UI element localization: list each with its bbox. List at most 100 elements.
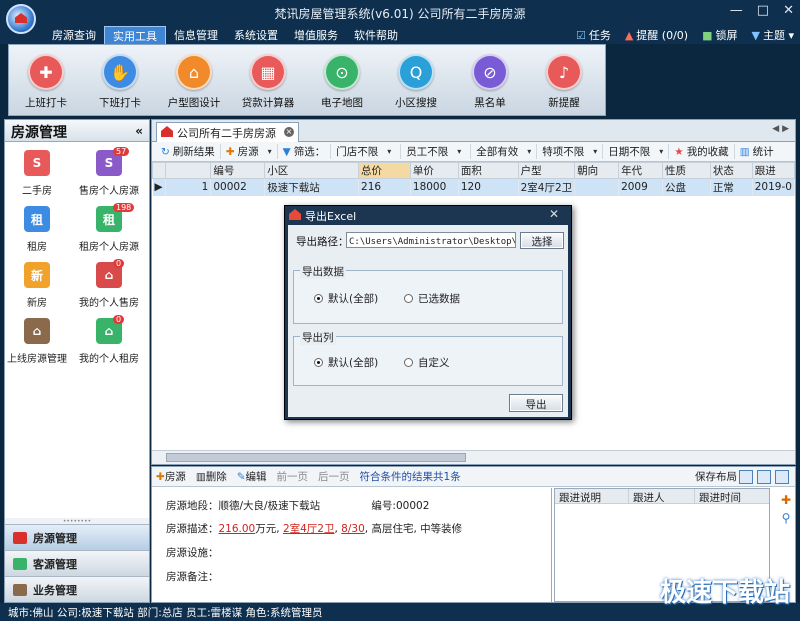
scroll-thumb[interactable] (166, 453, 466, 462)
tool-button-6[interactable]: ⊘ 黑名单 (453, 45, 527, 115)
menu-item-2[interactable]: 信息管理 (166, 26, 226, 46)
remind-button[interactable]: ▲ 提醒 (0/0) (625, 27, 688, 43)
module-item-1[interactable]: S 57 售房个人房源 (69, 147, 149, 200)
maximize-button[interactable]: □ (757, 3, 769, 18)
menu-item-5[interactable]: 软件帮助 (346, 26, 406, 46)
house-add-dropdown[interactable]: ✚ 房源 (221, 144, 278, 159)
stats-button[interactable]: ▥ 统计 (735, 144, 779, 159)
path-label: 导出路径： (296, 236, 349, 248)
layout-split-icon[interactable] (739, 470, 753, 484)
close-button[interactable]: ✕ (783, 3, 794, 18)
column-header-6[interactable]: 面积 (457, 162, 519, 179)
module-item-0[interactable]: S 二手房 (5, 150, 69, 200)
menu-item-4[interactable]: 增值服务 (286, 26, 346, 46)
theme-button[interactable]: ▼ 主题 ▾ (752, 27, 795, 43)
column-header-3[interactable]: 小区 (264, 162, 360, 179)
tool-button-7[interactable]: ♪ 新提醒 (527, 45, 601, 115)
search-follow-icon[interactable]: ⚲ (779, 511, 793, 525)
tools-ribbon: ✚ 上班打卡 ✋ 下班打卡 ⌂ 户型图设计 ▦ 贷款计算器 ⊙ 电子地图 Q 小区搜搜 ⊘ 黑名单 ♪ 新提醒 (8, 44, 606, 116)
radio-checked-icon (314, 358, 323, 367)
nav-section-2[interactable]: 业务管理 (5, 576, 149, 602)
cell-7: 2室4厅2卫 (518, 178, 576, 196)
validity-filter[interactable]: 全部有效 (471, 144, 538, 159)
column-header-0[interactable] (152, 162, 166, 179)
column-header-12[interactable]: 跟进 (751, 162, 796, 179)
favorite-button[interactable]: ★ 我的收藏 (669, 144, 735, 159)
save-layout-button[interactable]: 保存布局 (695, 469, 737, 484)
column-header-4[interactable]: 总价 (358, 162, 411, 179)
staff-filter[interactable]: 员工不限 (401, 144, 472, 159)
export-columns-group: 导出列 默认(全部) 自定义 (293, 330, 563, 386)
date-filter[interactable]: 日期不限 (603, 144, 670, 159)
column-header-1[interactable] (164, 162, 212, 179)
special-filter[interactable]: 特项不限 (537, 144, 604, 159)
star-icon: ★ (674, 145, 684, 158)
task-button[interactable]: ☑ 任务 (576, 27, 611, 43)
columns-default-radio[interactable]: 默认(全部) (314, 355, 378, 370)
module-item-7[interactable]: ⌂ 0 我的个人租房 (69, 315, 149, 368)
app-logo-icon (6, 4, 36, 34)
cell-3: 极速下载站 (264, 178, 360, 196)
column-header-9[interactable]: 年代 (618, 162, 663, 179)
column-header-7[interactable]: 户型 (517, 162, 576, 179)
module-label: 二手房 (22, 186, 52, 197)
column-header-8[interactable]: 朝向 (574, 162, 620, 179)
delete-button[interactable]: ▥删除 (196, 469, 227, 484)
next-page-button[interactable]: 后一页 (318, 469, 350, 484)
lock-button[interactable]: ■ 锁屏 (702, 27, 737, 43)
dialog-close-button[interactable]: ✕ (549, 207, 559, 221)
tool-button-4[interactable]: ⊙ 电子地图 (305, 45, 379, 115)
collapse-button[interactable]: « (135, 124, 143, 138)
refresh-icon: ↻ (161, 145, 170, 158)
funnel-icon: ▼ (282, 145, 291, 158)
nav-section-1[interactable]: 客源管理 (5, 550, 149, 576)
menu-item-3[interactable]: 系统设置 (226, 26, 286, 46)
add-follow-icon[interactable]: ✚ (779, 493, 793, 507)
prev-page-button[interactable]: 前一页 (277, 469, 309, 484)
data-selected-radio[interactable]: 已选数据 (404, 291, 460, 306)
store-filter[interactable]: 门店不限 (331, 144, 402, 159)
tool-label: 新提醒 (548, 97, 580, 109)
layout-right-icon[interactable] (775, 470, 789, 484)
export-button[interactable]: 导出 (509, 394, 563, 412)
column-header-5[interactable]: 单价 (409, 162, 459, 179)
module-item-4[interactable]: 新新房 (5, 262, 69, 312)
module-label: 租房个人房源 (79, 242, 139, 253)
description-rest: 高层住宅, 中等装修 (371, 523, 463, 535)
minimize-button[interactable]: — (730, 3, 743, 18)
nav-section-0[interactable]: 房源管理 (5, 524, 149, 550)
columns-custom-radio[interactable]: 自定义 (404, 355, 450, 370)
add-house-button[interactable]: ✚房源 (156, 469, 186, 484)
tab-close-icon[interactable]: × (284, 127, 294, 137)
tab-scroll-buttons[interactable]: ◀ ▶ (772, 124, 789, 134)
export-path-input[interactable]: C:\Users\Administrator\Desktop\导出 (346, 232, 516, 248)
refresh-button[interactable]: ↻ 刷新结果 (156, 144, 221, 159)
choose-button[interactable]: 选择 (520, 232, 564, 249)
edit-button[interactable]: ✎编辑 (237, 469, 267, 484)
tool-button-5[interactable]: Q 小区搜搜 (379, 45, 453, 115)
module-item-5[interactable]: ⌂ 0 我的个人售房 (69, 259, 149, 312)
module-item-3[interactable]: 租 198 租房个人房源 (69, 203, 149, 256)
tool-button-3[interactable]: ▦ 贷款计算器 (231, 45, 305, 115)
module-item-2[interactable]: 租租房 (5, 206, 69, 256)
table-row[interactable]: ▶ 1 00002 极速下载站 216 18000 120 2室4厅2卫 2009 公盘 正常 201… (152, 178, 796, 196)
column-header-10[interactable]: 性质 (661, 162, 711, 179)
menu-item-1[interactable]: 实用工具 (104, 26, 166, 46)
cell-6: 120 (458, 178, 519, 196)
module-label: 我的个人售房 (79, 298, 139, 309)
column-header-2[interactable]: 编号 (210, 162, 266, 179)
module-icon: 租 (24, 206, 50, 232)
tool-button-1[interactable]: ✋ 下班打卡 (83, 45, 157, 115)
column-header-11[interactable]: 状态 (709, 162, 753, 179)
horizontal-scrollbar[interactable] (152, 450, 795, 464)
module-label: 租房 (27, 242, 47, 253)
tool-button-2[interactable]: ⌂ 户型图设计 (157, 45, 231, 115)
module-grid: S 二手房 S 57 售房个人房源租租房租 198 租房个人房源新新房 ⌂ 0 我的个人售房 ⌂ 上线… (5, 142, 149, 368)
dialog-title: 导出Excel (285, 206, 571, 224)
tab-company-listings[interactable]: 公司所有二手房房源 × (156, 122, 299, 142)
module-item-6[interactable]: ⌂ 上线房源管理 (5, 318, 69, 368)
data-default-radio[interactable]: 默认(全部) (314, 291, 378, 306)
tool-button-0[interactable]: ✚ 上班打卡 (9, 45, 83, 115)
menu-item-0[interactable]: 房源查询 (44, 26, 104, 46)
layout-bottom-icon[interactable] (757, 470, 771, 484)
